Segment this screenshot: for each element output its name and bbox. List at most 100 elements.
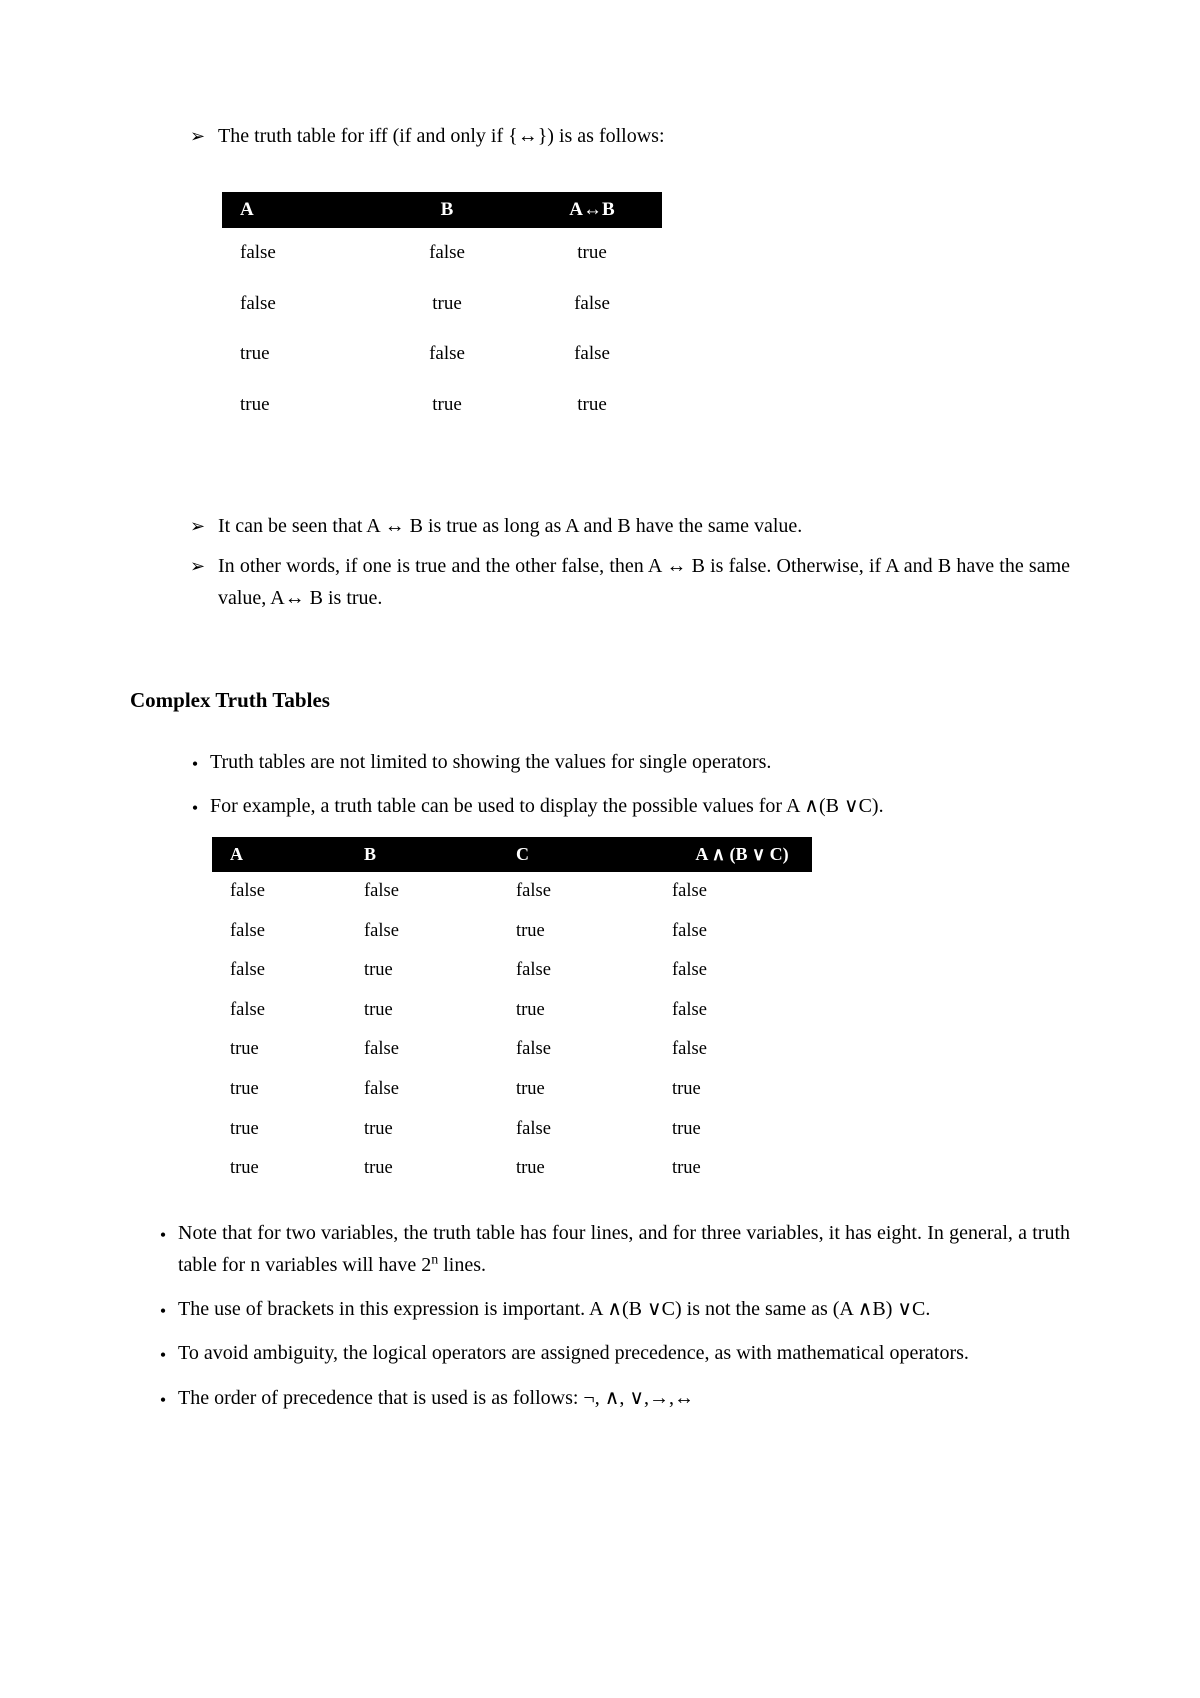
table-cell: true [522,380,662,430]
table-row: truetruefalsetrue [212,1110,812,1150]
col-header-c: C [516,837,672,872]
table-row: truefalsefalse [222,329,662,379]
table-cell: true [672,1149,812,1189]
table-cell: true [212,1070,364,1110]
col-header-b: B [372,192,522,228]
arrow-bullet-icon: ➢ [190,120,218,151]
table-row: falsetruetruefalse [212,991,812,1031]
table-cell: false [222,279,372,329]
table-cell: true [522,228,662,278]
disc-bullet-icon: • [180,790,210,823]
table-cell: true [212,1110,364,1150]
arrow-item-text: In other words, if one is true and the o… [218,550,1070,614]
table-cell: false [516,1030,672,1070]
disc-list-inner: • Truth tables are not limited to showin… [180,746,1070,824]
disc-item: • Truth tables are not limited to showin… [180,746,1070,779]
table-head: A B A↔B [222,192,662,228]
table-cell: true [212,1030,364,1070]
table-cell: false [672,991,812,1031]
disc-item: • For example, a truth table can be used… [180,790,1070,823]
col-header-a: A [222,192,372,228]
table-body: falsefalsefalsefalsefalsefalsetruefalsef… [212,872,812,1189]
disc-item-text: The use of brackets in this expression i… [178,1293,1070,1325]
table-cell: true [516,1149,672,1189]
table-head: A B C A ∧ (B ∨ C) [212,837,812,872]
disc-item-text: Truth tables are not limited to showing … [210,746,1070,778]
disc-bullet-icon: • [180,746,210,779]
table-row: truefalsefalsefalse [212,1030,812,1070]
table-cell: true [222,380,372,430]
disc-item: • To avoid ambiguity, the logical operat… [148,1337,1070,1370]
table-cell: false [372,228,522,278]
table-cell: false [212,912,364,952]
table-cell: false [364,912,516,952]
col-header-aiffb: A↔B [522,192,662,228]
table-cell: false [212,872,364,912]
table-row: falsetruefalse [222,279,662,329]
table-cell: false [364,1030,516,1070]
table-cell: true [222,329,372,379]
arrow-item: ➢ In other words, if one is true and the… [190,550,1070,614]
table-cell: true [364,1149,516,1189]
table-cell: false [212,991,364,1031]
table-cell: true [364,1110,516,1150]
table-row: truetruetrue [222,380,662,430]
disc-item: • The use of brackets in this expression… [148,1293,1070,1326]
table-cell: true [364,951,516,991]
table-cell: true [372,380,522,430]
section-heading-complex-truth-tables: Complex Truth Tables [130,684,1070,718]
table-cell: false [222,228,372,278]
arrow-list-2: ➢ It can be seen that A ↔ B is true as l… [190,510,1070,614]
table-cell: true [364,991,516,1031]
col-header-b: B [364,837,516,872]
disc-item-text: To avoid ambiguity, the logical operator… [178,1337,1070,1369]
table-body: falsefalsetruefalsetruefalsetruefalsefal… [222,228,662,430]
arrow-list-1: ➢ The truth table for iff (if and only i… [190,120,1070,152]
table-row: falsefalsetruefalse [212,912,812,952]
table-cell: false [516,872,672,912]
arrow-item-text: The truth table for iff (if and only if … [218,120,1070,152]
arrow-bullet-icon: ➢ [190,510,218,541]
disc-list-outer: • Note that for two variables, the truth… [148,1217,1070,1415]
arrow-item: ➢ It can be seen that A ↔ B is true as l… [190,510,1070,542]
table-row: truefalsetruetrue [212,1070,812,1110]
table-cell: true [516,1070,672,1110]
table-cell: false [372,329,522,379]
table-cell: false [212,951,364,991]
arrow-bullet-icon: ➢ [190,550,218,581]
table-cell: true [672,1110,812,1150]
table-cell: false [364,1070,516,1110]
table-cell: false [522,329,662,379]
disc-item-text: For example, a truth table can be used t… [210,790,1070,822]
table-row: falsefalsetrue [222,228,662,278]
col-header-a: A [212,837,364,872]
disc-item-text: Note that for two variables, the truth t… [178,1217,1070,1281]
table-cell: false [672,1030,812,1070]
table-row: falsefalsefalsefalse [212,872,812,912]
table-cell: true [516,912,672,952]
table-cell: false [672,951,812,991]
table-cell: true [516,991,672,1031]
table-header-row: A B C A ∧ (B ∨ C) [212,837,812,872]
table-cell: false [516,951,672,991]
disc-bullet-icon: • [148,1337,178,1370]
table-cell: false [516,1110,672,1150]
disc-bullet-icon: • [148,1217,178,1250]
table-cell: true [372,279,522,329]
table-cell: true [672,1070,812,1110]
complex-truth-table: A B C A ∧ (B ∨ C) falsefalsefalsefalsefa… [212,837,812,1189]
table-cell: false [364,872,516,912]
arrow-item: ➢ The truth table for iff (if and only i… [190,120,1070,152]
disc-item: • Note that for two variables, the truth… [148,1217,1070,1281]
disc-item-text: The order of precedence that is used is … [178,1382,1070,1414]
table-header-row: A B A↔B [222,192,662,228]
table-cell: false [522,279,662,329]
table-row: truetruetruetrue [212,1149,812,1189]
table-row: falsetruefalsefalse [212,951,812,991]
disc-item: • The order of precedence that is used i… [148,1382,1070,1415]
arrow-item-text: It can be seen that A ↔ B is true as lon… [218,510,1070,542]
col-header-expr: A ∧ (B ∨ C) [672,837,812,872]
iff-truth-table: A B A↔B falsefalsetruefalsetruefalsetrue… [222,192,662,430]
table-cell: false [672,872,812,912]
disc-bullet-icon: • [148,1382,178,1415]
